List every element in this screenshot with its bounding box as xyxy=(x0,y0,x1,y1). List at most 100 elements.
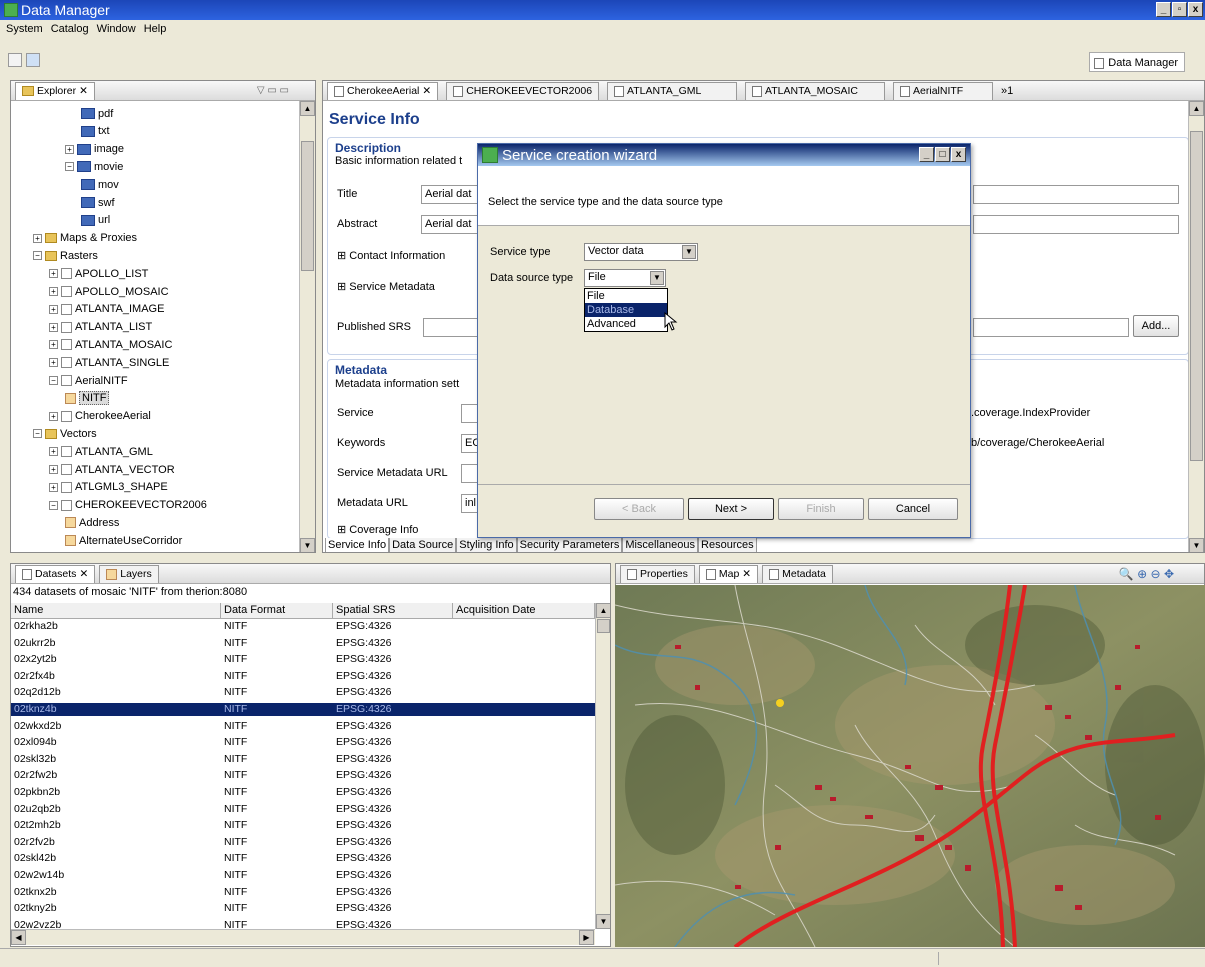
datasets-hscrollbar[interactable]: ◀ ▶ xyxy=(11,929,595,945)
perspective-switcher[interactable]: Data Manager xyxy=(1089,52,1185,72)
editor-scrollbar[interactable]: ▲ ▼ xyxy=(1188,101,1204,552)
tree-item[interactable]: NITF xyxy=(65,390,110,407)
scroll-down-icon[interactable]: ▼ xyxy=(596,914,610,929)
datasets-scrollbar[interactable]: ▲ ▼ xyxy=(595,603,610,929)
tree-item[interactable]: − Rasters xyxy=(33,247,98,264)
map-canvas[interactable] xyxy=(615,585,1205,947)
scroll-down-icon[interactable]: ▼ xyxy=(300,538,315,552)
published-srs-input[interactable] xyxy=(423,318,479,337)
close-tab-icon[interactable]: ✕ xyxy=(79,568,88,580)
coverage-info-toggle[interactable]: ⊞ Coverage Info xyxy=(337,523,418,536)
tree-item[interactable]: − CHEROKEEVECTOR2006 xyxy=(49,497,207,514)
chevron-down-icon[interactable]: ▼ xyxy=(682,245,696,259)
next-button[interactable]: Next > xyxy=(688,498,774,520)
tab-cherokeeaerial[interactable]: CherokeeAerial ✕ xyxy=(327,81,439,100)
zoom-icon[interactable]: 🔍 xyxy=(1119,567,1134,581)
menu-help[interactable]: Help xyxy=(144,23,167,35)
scroll-thumb[interactable] xyxy=(597,619,610,633)
table-row[interactable]: 02tknz4b NITF EPSG:4326 xyxy=(11,703,595,716)
tab-miscellaneous[interactable]: Miscellaneous xyxy=(622,538,699,552)
table-row[interactable]: 02t2mh2b NITF EPSG:4326 xyxy=(11,819,595,832)
expand-icon[interactable]: + xyxy=(49,465,58,474)
tree-item[interactable]: + ATLGML3_SHAPE xyxy=(49,479,168,496)
collapse-icon[interactable]: − xyxy=(65,162,74,172)
tree-item[interactable]: + image xyxy=(65,141,124,158)
connect-icon[interactable] xyxy=(26,53,40,67)
tab-atlanta-gml[interactable]: ATLANTA_GML xyxy=(607,81,738,100)
table-row[interactable]: 02skl32b NITF EPSG:4326 xyxy=(11,753,595,766)
expand-icon[interactable]: + xyxy=(49,304,58,314)
maximize-button[interactable]: ▫ xyxy=(1172,2,1187,17)
tab-cherokeevector2006[interactable]: CHEROKEEVECTOR2006 xyxy=(446,81,600,100)
table-row[interactable]: 02x2yt2b NITF EPSG:4326 xyxy=(11,653,595,666)
add-button[interactable]: Add... xyxy=(1133,315,1179,337)
tree-item[interactable]: − Vectors xyxy=(33,425,97,442)
scroll-down-icon[interactable]: ▼ xyxy=(1189,538,1204,552)
back-button[interactable]: < Back xyxy=(594,498,684,520)
explorer-scrollbar[interactable]: ▲ ▼ xyxy=(299,101,315,552)
scroll-thumb[interactable] xyxy=(1190,131,1203,461)
tab-data-source[interactable]: Data Source xyxy=(389,538,457,552)
service-type-select[interactable]: Vector data ▼ xyxy=(584,243,698,261)
table-row[interactable]: 02w2w14b NITF EPSG:4326 xyxy=(11,869,595,882)
expand-icon[interactable]: + xyxy=(49,287,58,296)
table-row[interactable]: 02tknx2b NITF EPSG:4326 xyxy=(11,886,595,899)
tab-properties[interactable]: Properties xyxy=(620,564,695,583)
table-row[interactable]: 02ukrr2b NITF EPSG:4326 xyxy=(11,637,595,650)
expand-icon[interactable]: + xyxy=(49,447,58,457)
option-advanced[interactable]: Advanced xyxy=(585,317,667,331)
table-row[interactable]: 02rkha2b NITF EPSG:4326 xyxy=(11,620,595,633)
table-row[interactable]: 02r2fv2b NITF EPSG:4326 xyxy=(11,836,595,849)
tree-item[interactable]: + ATLANTA_SINGLE xyxy=(49,354,169,371)
tab-overflow[interactable]: »1 xyxy=(1001,85,1013,97)
table-row[interactable]: 02xl094b NITF EPSG:4326 xyxy=(11,736,595,749)
table-row[interactable]: 02skl42b NITF EPSG:4326 xyxy=(11,852,595,865)
view-menu-icon[interactable]: ▽ ▭ ▭ xyxy=(257,85,289,96)
tree-item[interactable]: − movie xyxy=(65,158,123,175)
tree-item[interactable]: AlternateUseCorridor xyxy=(65,532,182,549)
collapse-icon[interactable]: − xyxy=(33,251,42,261)
tree-item[interactable]: Address xyxy=(65,514,119,531)
col-data-format[interactable]: Data Format xyxy=(221,603,333,618)
close-tab-icon[interactable]: ✕ xyxy=(742,568,751,580)
tree-item[interactable]: pdf xyxy=(81,105,113,122)
data-source-select[interactable]: File ▼ xyxy=(584,269,666,287)
minimize-button[interactable]: _ xyxy=(1156,2,1171,17)
tab-map[interactable]: Map ✕ xyxy=(698,564,759,583)
table-row[interactable]: 02wkxd2b NITF EPSG:4326 xyxy=(11,720,595,733)
menu-catalog[interactable]: Catalog xyxy=(51,23,89,35)
expand-icon[interactable]: + xyxy=(49,269,58,279)
table-row[interactable]: 02r2fx4b NITF EPSG:4326 xyxy=(11,670,595,683)
finish-button[interactable]: Finish xyxy=(778,498,864,520)
menu-system[interactable]: System xyxy=(6,23,43,35)
table-row[interactable]: 02q2d12b NITF EPSG:4326 xyxy=(11,686,595,699)
col-spatial-srs[interactable]: Spatial SRS xyxy=(333,603,453,618)
table-row[interactable]: 02pkbn2b NITF EPSG:4326 xyxy=(11,786,595,799)
scroll-up-icon[interactable]: ▲ xyxy=(1189,101,1204,116)
dialog-maximize-button[interactable]: □ xyxy=(935,147,950,162)
tree-item[interactable]: + APOLLO_MOSAIC xyxy=(49,283,169,300)
title-input-right[interactable] xyxy=(973,185,1179,204)
tree-item[interactable]: − AerialNITF xyxy=(49,372,128,389)
table-row[interactable]: 02u2qb2b NITF EPSG:4326 xyxy=(11,803,595,816)
tab-explorer[interactable]: Explorer ✕ xyxy=(15,81,95,100)
close-tab-icon[interactable]: ✕ xyxy=(79,85,88,97)
chevron-down-icon[interactable]: ▼ xyxy=(650,271,664,285)
option-database[interactable]: Database xyxy=(585,303,667,317)
dialog-minimize-button[interactable]: _ xyxy=(919,147,934,162)
expand-icon[interactable]: + xyxy=(65,144,74,154)
tab-styling-info[interactable]: Styling Info xyxy=(456,538,517,552)
tree-item[interactable]: + ATLANTA_VECTOR xyxy=(49,461,175,478)
expand-icon[interactable]: + xyxy=(49,411,58,421)
tree-item[interactable]: mov xyxy=(81,176,119,193)
tree-item[interactable]: + APOLLO_LIST xyxy=(49,265,148,282)
tree-item[interactable]: + Maps & Proxies xyxy=(33,230,137,247)
contact-toggle[interactable]: ⊞ Contact Information xyxy=(337,249,445,262)
collapse-icon[interactable]: − xyxy=(49,500,58,510)
expand-icon[interactable]: + xyxy=(49,482,58,492)
close-button[interactable]: x xyxy=(1188,2,1203,17)
tab-resources[interactable]: Resources xyxy=(698,538,757,552)
tab-aerialnitf[interactable]: AerialNITF xyxy=(893,81,994,100)
save-icon[interactable] xyxy=(8,53,22,67)
scroll-up-icon[interactable]: ▲ xyxy=(596,603,610,618)
